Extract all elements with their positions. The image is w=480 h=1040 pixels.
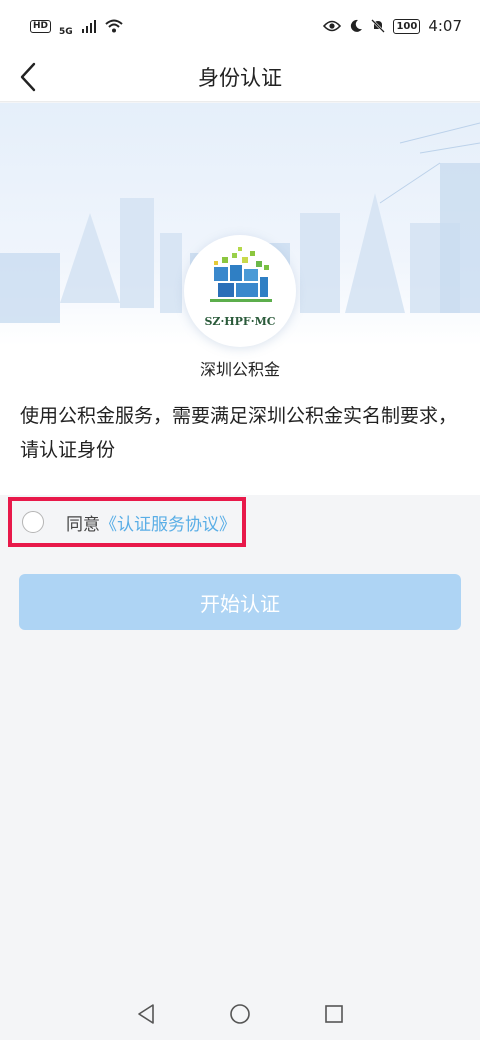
nav-back-icon[interactable] [135, 1003, 157, 1025]
back-arrow-icon [20, 62, 36, 92]
org-name: 深圳公积金 [199, 360, 280, 379]
agreement-radio[interactable] [22, 511, 44, 533]
auth-description: 使用公积金服务，需要满足深圳公积金实名制要求，请认证身份 [20, 405, 458, 461]
status-time: 4:07 [428, 17, 462, 35]
start-verification-button[interactable]: 开始认证 [19, 574, 461, 630]
org-logo-graphic [210, 247, 272, 302]
moon-icon [351, 19, 363, 32]
top-nav-bar: 身份认证 [0, 52, 480, 102]
hero-banner: SZ·HPF·MC 深圳公积金 使用公积金服务，需要满足深圳公积金实名制要求，请… [0, 103, 480, 495]
mute-bell-icon [371, 19, 386, 33]
agreement-row[interactable]: 同意 《认证服务协议》 [8, 497, 246, 547]
service-agreement-link[interactable]: 《认证服务协议》 [100, 510, 236, 535]
battery-indicator: 100 [393, 18, 421, 34]
org-logo-text: SZ·HPF·MC [204, 315, 276, 328]
status-bar-left: HD 5G [30, 15, 123, 37]
wifi-icon [105, 19, 123, 33]
agreement-label: 同意 [66, 514, 100, 535]
back-button[interactable] [8, 56, 48, 98]
nav-home-icon[interactable] [229, 1003, 251, 1025]
org-logo: SZ·HPF·MC [184, 235, 296, 347]
page-title: 身份认证 [198, 65, 282, 90]
nav-recents-icon[interactable] [323, 1003, 345, 1025]
network-label: 5G [59, 27, 73, 37]
signal-icon [81, 20, 96, 33]
hd-badge: HD [30, 19, 52, 33]
status-bar: HD 5G 100 4:07 [0, 0, 480, 52]
system-nav-bar [0, 988, 480, 1040]
status-bar-right: 100 4:07 [323, 17, 462, 35]
eye-icon [323, 20, 342, 32]
